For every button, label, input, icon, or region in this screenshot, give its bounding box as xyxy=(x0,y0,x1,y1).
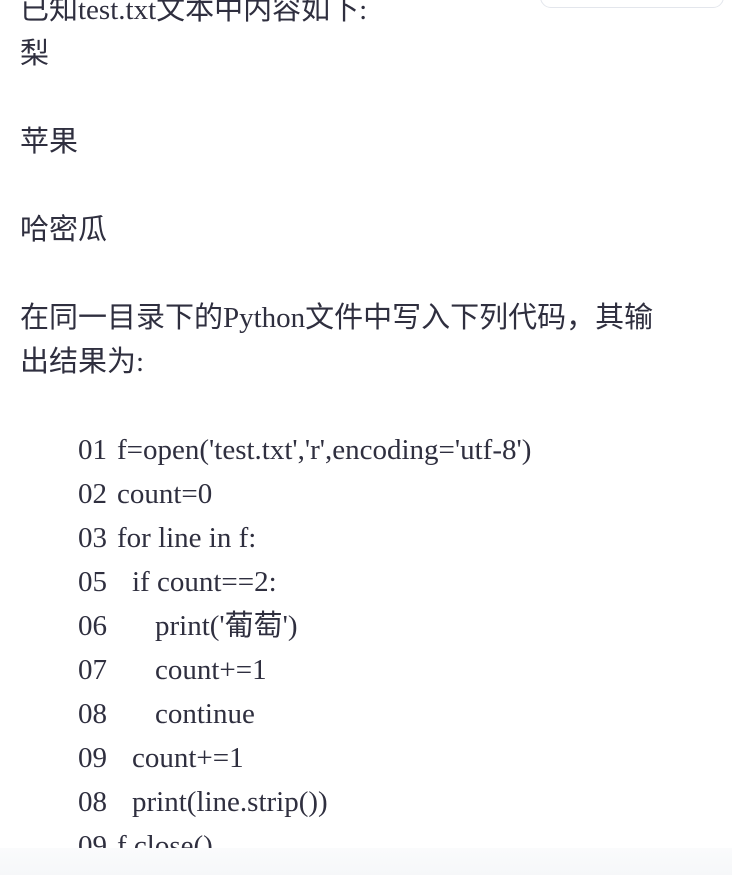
file-line-5: 哈密瓜 xyxy=(20,214,108,246)
intro-text: 已知test.txt文本中内容如下: xyxy=(20,0,368,26)
line-number: 07 xyxy=(78,654,107,686)
line-number: 08 xyxy=(78,698,107,730)
code-text: if count==2: xyxy=(132,566,277,598)
question-card: 已知test.txt文本中内容如下: 梨 苹果 哈密瓜 在同一目录下的Pytho… xyxy=(0,0,732,875)
file-line-2 xyxy=(20,76,720,120)
line-number: 06 xyxy=(78,610,107,642)
file-line-3: 苹果 xyxy=(20,126,79,158)
file-line-4 xyxy=(20,164,720,208)
code-text: count+=1 xyxy=(155,654,267,686)
question-content: 已知test.txt文本中内容如下: 梨 苹果 哈密瓜 在同一目录下的Pytho… xyxy=(20,0,720,862)
bottom-divider xyxy=(0,848,732,875)
code-text: continue xyxy=(155,698,255,730)
line-number: 03 xyxy=(78,522,107,554)
line-number: 05 xyxy=(78,566,107,598)
code-line: 01 f=open('test.txt','r',encoding='utf-8'… xyxy=(20,384,720,466)
code-text: print('葡萄') xyxy=(155,610,298,642)
question-line-2: 出结果为: xyxy=(20,346,145,378)
file-line-6 xyxy=(20,252,720,296)
code-text: count=0 xyxy=(117,478,213,510)
code-block: 01 f=open('test.txt','r',encoding='utf-8'… xyxy=(20,384,720,862)
line-number: 08 xyxy=(78,786,107,818)
line-number: 01 xyxy=(78,434,107,466)
code-text: f=open('test.txt','r',encoding='utf-8') xyxy=(117,434,532,466)
question-line-1: 在同一目录下的Python文件中写入下列代码，其输 xyxy=(20,302,654,334)
code-text: print(line.strip()) xyxy=(132,786,328,818)
line-number: 09 xyxy=(78,742,107,774)
code-text: count+=1 xyxy=(132,742,244,774)
file-line-1: 梨 xyxy=(20,38,50,70)
line-number: 02 xyxy=(78,478,107,510)
code-text: for line in f: xyxy=(117,522,257,554)
